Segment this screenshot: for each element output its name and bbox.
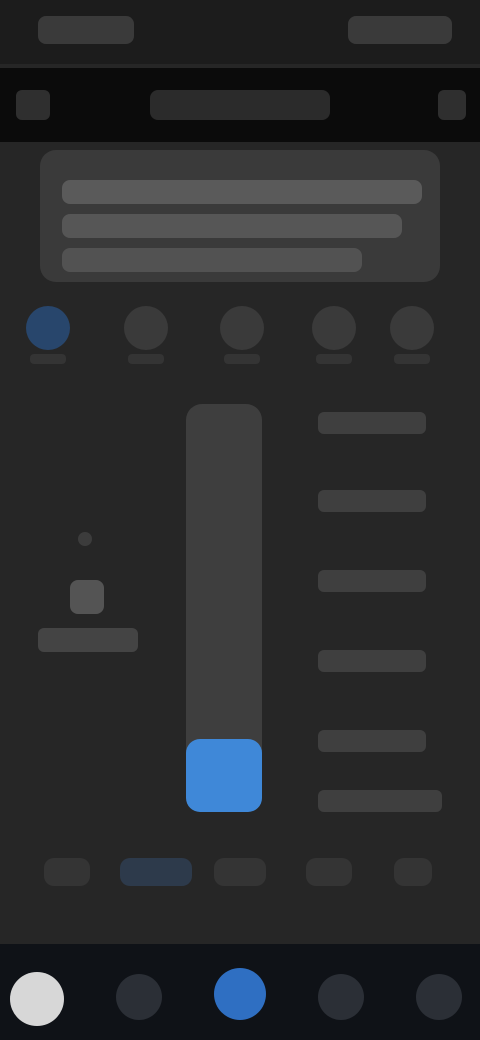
preset-5[interactable] xyxy=(318,730,426,752)
profile-icon xyxy=(416,974,417,975)
mode-4-label xyxy=(316,354,352,364)
status-time-blur xyxy=(38,16,134,44)
power-icon xyxy=(26,306,70,350)
mode-selector xyxy=(0,300,480,378)
mode-2-label xyxy=(128,354,164,364)
mode-5[interactable] xyxy=(384,300,440,370)
sun-icon xyxy=(70,580,104,614)
quick-action-3[interactable] xyxy=(214,858,266,886)
primary-action-icon xyxy=(214,968,215,969)
arrow-left-icon xyxy=(16,90,17,91)
mode-1-label xyxy=(30,354,66,364)
status-bar xyxy=(0,0,480,64)
preset-4[interactable] xyxy=(318,650,426,672)
mode-3-label xyxy=(224,354,260,364)
list-button[interactable] xyxy=(318,974,364,1020)
preset-3[interactable] xyxy=(318,570,426,592)
back-button[interactable] xyxy=(16,90,50,120)
mode-icon xyxy=(124,306,168,350)
brightness-slider[interactable] xyxy=(186,404,262,812)
profile-button[interactable] xyxy=(416,974,462,1020)
preset-1[interactable] xyxy=(318,412,426,434)
home-icon xyxy=(116,974,117,975)
fan-icon xyxy=(220,306,264,350)
quick-action-1[interactable] xyxy=(44,858,90,886)
more-vert-icon xyxy=(438,90,439,91)
current-state-panel xyxy=(28,520,148,660)
preset-2[interactable] xyxy=(318,490,426,512)
temp-icon xyxy=(312,306,356,350)
slider-fill xyxy=(186,739,262,812)
quick-actions xyxy=(0,848,480,904)
mode-1[interactable] xyxy=(20,300,76,370)
preset-list xyxy=(308,404,448,824)
info-card xyxy=(40,150,440,282)
status-icons-blur xyxy=(348,16,452,44)
more-menu-button[interactable] xyxy=(438,90,466,120)
mode-5-label xyxy=(394,354,430,364)
quick-action-5[interactable] xyxy=(394,858,432,886)
quick-action-4[interactable] xyxy=(306,858,352,886)
mode-3[interactable] xyxy=(214,300,270,370)
info-line-3 xyxy=(62,248,362,272)
bottom-navigation xyxy=(0,944,480,1040)
primary-action-button[interactable] xyxy=(214,968,266,1020)
settings-icon xyxy=(390,306,434,350)
home-button[interactable] xyxy=(116,974,162,1020)
mode-4[interactable] xyxy=(306,300,362,370)
avatar[interactable] xyxy=(10,972,64,1026)
app-bar xyxy=(0,68,480,142)
quick-action-2[interactable] xyxy=(120,858,192,886)
info-line-1 xyxy=(62,180,422,204)
mode-2[interactable] xyxy=(118,300,174,370)
page-title xyxy=(150,90,330,120)
preset-6[interactable] xyxy=(318,790,442,812)
list-icon xyxy=(318,974,319,975)
indicator-dot xyxy=(78,532,92,546)
current-value xyxy=(38,628,138,652)
info-line-2 xyxy=(62,214,402,238)
